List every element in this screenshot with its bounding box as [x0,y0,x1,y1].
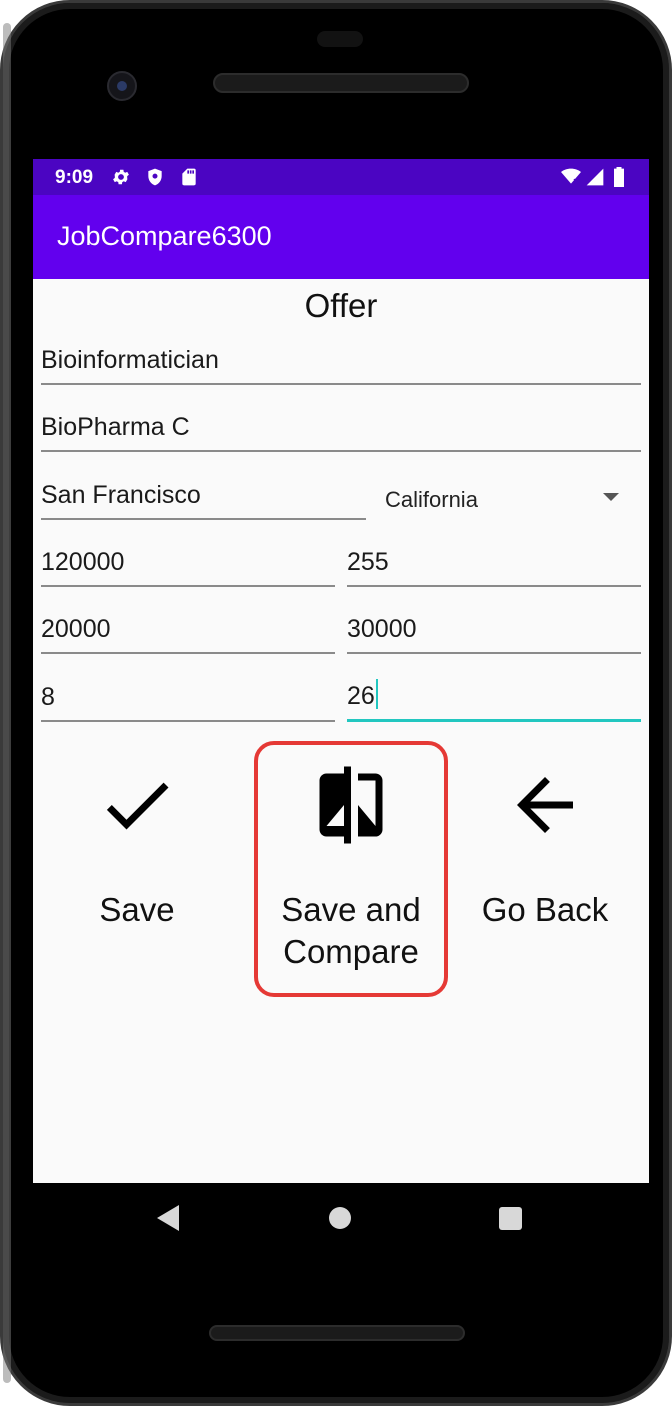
phone-frame: 9:09 JobCompare6300 Offer Bioinformatici… [0,0,672,1406]
state-dropdown[interactable]: California [371,477,633,523]
status-time: 9:09 [55,167,94,188]
go-back-button[interactable]: Go Back [449,739,641,999]
signal-icon [586,168,604,186]
app-title: JobCompare6300 [57,221,272,251]
go-back-label: Go Back [481,891,609,928]
phone-side-edge [3,23,11,1383]
proximity-sensor [317,31,363,47]
save-and-compare-label-line1: Save and [281,891,421,928]
sd-card-icon [182,168,196,186]
job-title-field[interactable]: Bioinformatician [41,339,641,385]
company-field[interactable]: BioPharma C [41,406,641,452]
wifi-icon [561,168,581,184]
compare-icon [319,766,383,844]
city-value: San Francisco [41,481,201,509]
offer-heading: Offer [304,287,378,324]
training-field[interactable]: 26 [347,676,641,722]
nav-back-icon[interactable] [157,1205,179,1231]
salary-field[interactable]: 120000 [41,541,335,587]
save-and-compare-button[interactable]: Save and Compare [255,739,447,999]
job-title-value: Bioinformatician [41,346,219,374]
company-value: BioPharma C [41,413,190,441]
cost-of-living-value: 255 [347,548,389,576]
training-value: 26 [347,682,375,710]
arrow-back-icon [517,777,573,833]
nav-home-icon[interactable] [329,1207,351,1229]
stock-value: 30000 [347,615,417,643]
earpiece-speaker [213,73,469,93]
app-screen: 9:09 JobCompare6300 Offer Bioinformatici… [33,159,649,1183]
salary-value: 120000 [41,548,125,576]
checkmark-icon [106,782,169,830]
relocation-field[interactable]: 8 [41,676,335,722]
shield-icon [148,168,162,186]
stock-field[interactable]: 30000 [347,608,641,654]
bottom-speaker [209,1325,465,1341]
bonus-field[interactable]: 20000 [41,608,335,654]
state-value: California [385,487,478,512]
save-label: Save [99,891,175,928]
dropdown-arrow-icon [603,493,619,501]
status-bar: 9:09 [33,159,649,195]
relocation-value: 8 [41,683,55,711]
save-and-compare-label-line2: Compare [283,933,419,970]
front-camera [107,71,137,101]
save-button[interactable]: Save [41,739,233,999]
nav-recents-icon[interactable] [499,1207,522,1230]
training-value-wrap: 26 [347,679,378,711]
bonus-value: 20000 [41,615,111,643]
battery-icon [614,167,624,187]
app-bar: JobCompare6300 [33,195,649,279]
save-and-compare-label: Save and Compare [255,889,447,973]
cost-of-living-field[interactable]: 255 [347,541,641,587]
gear-icon [113,169,129,185]
city-field[interactable]: San Francisco [41,474,366,520]
text-caret [375,679,378,709]
